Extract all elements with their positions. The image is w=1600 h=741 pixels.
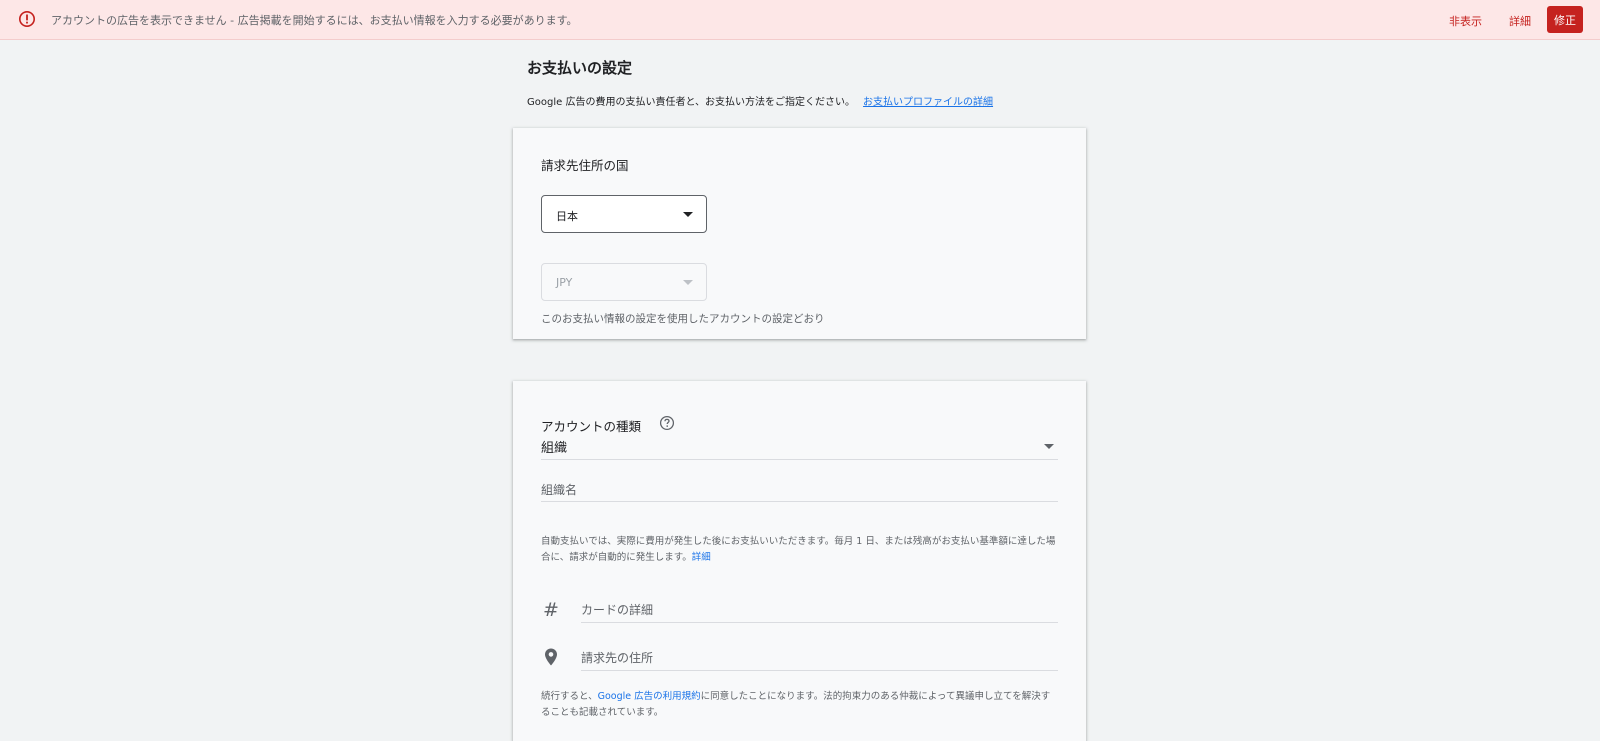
banner-details-link[interactable]: 詳細 [1509, 13, 1531, 29]
account-type-select[interactable]: 組織 [541, 435, 1058, 460]
page-title: お支払いの設定 [527, 59, 633, 77]
billing-country-label: 請求先住所の国 [541, 158, 629, 173]
currency-select-value: JPY [556, 276, 573, 289]
dropdown-arrow-icon [683, 280, 693, 285]
page-description: Google 広告の費用の支払い責任者と、お支払い方法をご指定ください。 お支払い… [527, 93, 993, 108]
banner-message: アカウントの広告を表示できません - 広告掲載を開始するには、お支払い情報を入力… [51, 14, 578, 27]
fix-button[interactable]: 修正 [1547, 6, 1583, 33]
terms-text: 続行すると、Google 広告の利用規約に同意したことになります。法的拘束力のあ… [541, 689, 1058, 721]
error-icon [18, 10, 36, 28]
hash-icon: # [543, 599, 559, 621]
dropdown-arrow-icon [683, 212, 693, 217]
organization-name-placeholder: 組織名 [541, 483, 578, 497]
terms-prefix: 続行すると、 [541, 691, 598, 702]
billing-address-placeholder: 請求先の住所 [581, 651, 654, 665]
billing-country-card: 請求先住所の国 日本 JPY このお支払い情報の設定を使用したアカウントの設定ど… [513, 128, 1086, 339]
account-details-card: アカウントの種類 組織 組織名 自動支払いでは、実際に費用が発生した後にお支払い… [513, 381, 1086, 741]
autopay-text: 自動支払いでは、実際に費用が発生した後にお支払いいただきます。毎月 1 日、また… [541, 536, 1056, 563]
notification-banner: アカウントの広告を表示できません - 広告掲載を開始するには、お支払い情報を入力… [0, 0, 1600, 40]
country-select-value: 日本 [556, 210, 578, 223]
terms-of-service-link[interactable]: Google 広告の利用規約 [598, 691, 701, 702]
autopay-description: 自動支払いでは、実際に費用が発生した後にお支払いいただきます。毎月 1 日、また… [541, 534, 1058, 566]
currency-select: JPY [541, 263, 707, 301]
card-details-placeholder: カードの詳細 [581, 603, 654, 617]
organization-name-field[interactable]: 組織名 [541, 477, 1058, 502]
hide-banner-link[interactable]: 非表示 [1449, 13, 1482, 29]
billing-address-field[interactable]: 請求先の住所 [581, 645, 1058, 671]
account-type-value: 組織 [541, 441, 568, 456]
help-icon[interactable] [659, 415, 675, 431]
payment-profile-link[interactable]: お支払いプロファイルの詳細 [863, 97, 993, 108]
account-type-label: アカウントの種類 [541, 419, 642, 434]
dropdown-arrow-icon [1044, 444, 1054, 449]
location-pin-icon [545, 648, 557, 666]
card-details-field[interactable]: カードの詳細 [581, 597, 1058, 623]
autopay-details-link[interactable]: 詳細 [692, 552, 711, 563]
country-select[interactable]: 日本 [541, 195, 707, 233]
description-text: Google 広告の費用の支払い責任者と、お支払い方法をご指定ください。 [527, 97, 856, 108]
currency-hint: このお支払い情報の設定を使用したアカウントの設定どおり [541, 313, 825, 325]
